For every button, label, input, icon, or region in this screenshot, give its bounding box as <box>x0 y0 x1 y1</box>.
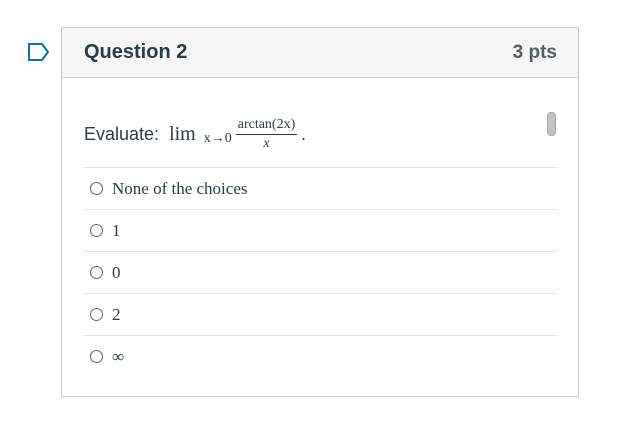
fraction-numerator: arctan(2x) <box>235 117 298 135</box>
radio-button[interactable] <box>90 266 103 279</box>
flag-question-icon[interactable] <box>27 42 51 62</box>
answer-option[interactable]: 0 <box>84 252 557 294</box>
question-points: 3 pts <box>512 41 557 63</box>
answer-label: None of the choices <box>112 178 248 198</box>
radio-button[interactable] <box>90 308 103 321</box>
expression-end: . <box>301 123 306 144</box>
answer-option[interactable]: None of the choices <box>84 168 557 210</box>
answer-label: 0 <box>112 262 121 282</box>
answer-list: None of the choices 1 0 2 ∞ <box>84 167 557 377</box>
answer-option[interactable]: 2 <box>84 294 557 336</box>
answer-option[interactable]: 1 <box>84 210 557 252</box>
answer-option[interactable]: ∞ <box>84 336 557 377</box>
question-header: Question 2 3 pts <box>62 28 578 78</box>
prompt-label: Evaluate: <box>84 123 160 144</box>
radio-button[interactable] <box>90 350 103 363</box>
fraction-denominator: x <box>263 135 270 151</box>
answer-label: ∞ <box>112 346 125 366</box>
scrollbar-thumb[interactable] <box>547 112 556 136</box>
radio-button[interactable] <box>90 182 103 195</box>
question-title: Question 2 <box>84 41 188 63</box>
answer-label: 1 <box>112 220 121 240</box>
radio-button[interactable] <box>90 224 103 237</box>
question-card: Question 2 3 pts Evaluate: lim x→0 arcta… <box>61 27 579 397</box>
limit-expression: lim x→0 arctan(2x) x . <box>169 117 306 152</box>
answer-label: 2 <box>112 304 121 324</box>
fraction: arctan(2x) x <box>235 117 298 152</box>
lim-subscript: x→0 <box>203 131 232 146</box>
lim-text: lim <box>169 122 196 145</box>
question-prompt: Evaluate: lim x→0 arctan(2x) x . <box>84 114 306 154</box>
